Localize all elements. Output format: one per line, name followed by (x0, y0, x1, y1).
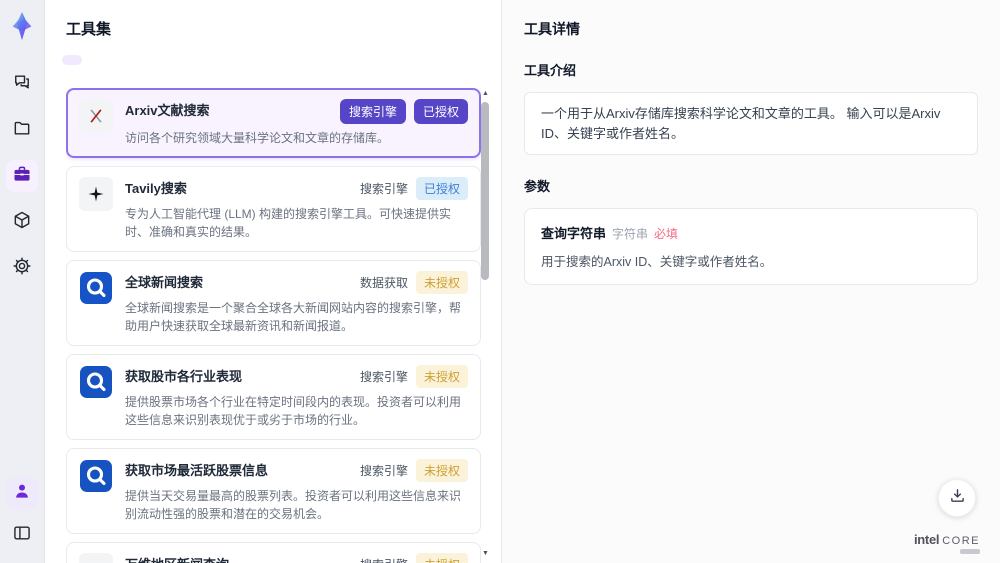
tool-description: 全球新闻搜索是一个聚合全球各大新闻网站内容的搜索引擎，帮助用户快速获取全球最新资… (125, 301, 462, 333)
category-badge: 搜索引擎 (359, 182, 408, 196)
tool-name: 全球新闻搜索 (125, 275, 204, 290)
sidebar-item-files[interactable] (6, 114, 38, 146)
tool-list-item[interactable]: 全球新闻搜索 数据获取 未授权 全球新闻搜索是一个聚合全球各大新闻网站内容的搜索… (66, 260, 481, 346)
tool-name: 获取市场最活跃股票信息 (125, 463, 269, 478)
tool-icon (79, 271, 113, 305)
tool-icon (79, 553, 113, 563)
param-required-flag: 必填 (654, 227, 679, 241)
tool-list-item[interactable]: Arxiv文献搜索 搜索引擎 已授权 访问各个研究领域大量科学论文和文章的存储库… (66, 88, 481, 158)
tool-list-item[interactable]: Tavily搜索 搜索引擎 已授权 专为人工智能代理 (LLM) 构建的搜索引擎… (66, 166, 481, 252)
panel-toggle-icon (12, 523, 32, 548)
tool-icon (79, 99, 113, 133)
auth-status-badge: 未授权 (415, 459, 468, 482)
param-description: 用于搜索的Arxiv ID、关键字或作者姓名。 (541, 255, 773, 269)
sidebar-item-chat[interactable] (6, 68, 38, 100)
sidebar-item-plugins[interactable] (6, 206, 38, 238)
tool-list-panel: 工具集 Arxiv文献搜索 搜索引擎 已授权 访问各个研究领域大量科学论文和文章… (45, 0, 501, 563)
category-badge: 搜索引擎 (359, 464, 408, 478)
scroll-down-arrow[interactable]: ▼ (481, 550, 490, 557)
category-tab[interactable] (90, 55, 110, 65)
tool-list-item[interactable]: 获取市场最活跃股票信息 搜索引擎 未授权 提供当天交易量最高的股票列表。投资者可… (66, 448, 481, 534)
app-logo-icon (6, 10, 38, 42)
tool-list: Arxiv文献搜索 搜索引擎 已授权 访问各个研究领域大量科学论文和文章的存储库… (66, 88, 481, 563)
category-tab[interactable] (118, 55, 138, 65)
auth-status-badge: 未授权 (415, 271, 468, 294)
scrollbar-thumb[interactable] (481, 102, 489, 280)
tool-icon (79, 365, 113, 399)
auth-status-badge: 未授权 (415, 553, 468, 563)
tool-description: 提供股票市场各个行业在特定时间段内的表现。投资者可以利用这些信息来识别表现优于或… (125, 395, 462, 427)
sidebar-item-toolbox[interactable] (6, 160, 38, 192)
sidebar-item-panel-toggle[interactable] (6, 519, 38, 551)
page-title: 工具集 (66, 21, 112, 38)
left-sidebar (0, 0, 45, 563)
params-heading: 参数 (524, 179, 551, 194)
tool-detail-panel: 工具详情 工具介绍 一个用于从Arxiv存储库搜索科学论文和文章的工具。 输入可… (501, 0, 1000, 563)
tool-list-item[interactable]: 获取股市各行业表现 搜索引擎 未授权 提供股票市场各个行业在特定时间段内的表现。… (66, 354, 481, 440)
auth-status-badge: 已授权 (415, 177, 468, 200)
ultra-badge (960, 549, 980, 554)
intro-heading: 工具介绍 (524, 63, 577, 78)
tool-name: Arxiv文献搜索 (125, 103, 210, 118)
category-badge[interactable]: 搜索引擎 (339, 99, 406, 124)
chat-icon (12, 72, 32, 97)
tool-description: 访问各个研究领域大量科学论文和文章的存储库。 (125, 131, 390, 145)
app-window: 工具集 Arxiv文献搜索 搜索引擎 已授权 访问各个研究领域大量科学论文和文章… (0, 0, 1000, 563)
category-tab[interactable] (62, 55, 82, 65)
param-name: 查询字符串 (541, 226, 607, 241)
core-text: CORE (942, 535, 980, 547)
category-badge: 搜索引擎 (359, 370, 408, 384)
params-list: 查询字符串 字符串 必填 用于搜索的Arxiv ID、关键字或作者姓名。 (524, 208, 978, 285)
tool-name: 获取股市各行业表现 (125, 369, 243, 384)
category-tab[interactable] (146, 55, 166, 65)
toolbox-icon (12, 164, 32, 189)
detail-title: 工具详情 (524, 21, 580, 37)
user-icon (12, 481, 32, 506)
auth-status-badge[interactable]: 已授权 (413, 99, 468, 124)
download-button[interactable] (938, 479, 976, 517)
download-icon (949, 487, 966, 509)
folder-icon (12, 118, 32, 143)
param-type: 字符串 (612, 227, 649, 241)
tool-list-item[interactable]: 万维地区新闻查询 搜索引擎 未授权 查询具体行政区划内的新闻，快速了解各地新闻动… (66, 542, 481, 563)
tool-name: 万维地区新闻查询 (125, 553, 229, 563)
cube-icon (12, 210, 32, 235)
scroll-up-arrow[interactable]: ▲ (481, 90, 490, 97)
tool-description: 专为人工智能代理 (LLM) 构建的搜索引擎工具。可快速提供实时、准确和真实的结… (125, 207, 452, 239)
category-tabs (62, 55, 501, 65)
tool-icon (79, 459, 113, 493)
category-badge: 数据获取 (359, 276, 408, 290)
intel-core-logo: intel CORE (914, 532, 980, 547)
gear-icon (12, 256, 32, 281)
intel-text: intel (913, 532, 940, 547)
sidebar-item-profile[interactable] (6, 477, 38, 509)
scrollbar[interactable]: ▲ ▼ (481, 90, 490, 557)
tool-intro-text: 一个用于从Arxiv存储库搜索科学论文和文章的工具。 输入可以是Arxiv ID… (524, 92, 978, 155)
tool-name: Tavily搜索 (125, 181, 187, 196)
sidebar-item-settings[interactable] (6, 252, 38, 284)
param-card: 查询字符串 字符串 必填 用于搜索的Arxiv ID、关键字或作者姓名。 (524, 208, 978, 285)
category-badge: 搜索引擎 (360, 556, 408, 563)
tool-description: 提供当天交易量最高的股票列表。投资者可以利用这些信息来识别流动性强的股票和潜在的… (125, 489, 462, 521)
tool-icon (79, 177, 113, 211)
auth-status-badge: 未授权 (415, 365, 468, 388)
